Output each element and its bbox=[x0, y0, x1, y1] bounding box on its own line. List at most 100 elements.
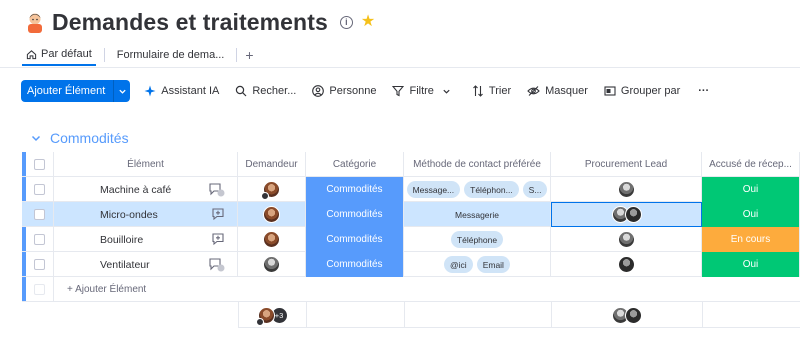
requester-cell[interactable] bbox=[238, 202, 306, 227]
add-item-input[interactable]: + Ajouter Élément bbox=[54, 277, 800, 302]
contact-cell[interactable]: Téléphone bbox=[404, 227, 551, 252]
more-actions-button[interactable]: ··· bbox=[698, 85, 709, 97]
table-row[interactable]: Machine à café Commodités Message... Tél… bbox=[22, 177, 800, 202]
requester-cell[interactable] bbox=[238, 252, 306, 277]
info-icon[interactable]: i bbox=[339, 15, 353, 29]
select-all-checkbox[interactable] bbox=[34, 159, 45, 170]
ack-status-cell[interactable]: Oui bbox=[702, 252, 800, 277]
contact-tag: S... bbox=[522, 181, 548, 198]
item-name[interactable]: Ventilateur bbox=[100, 259, 150, 271]
lead-cell[interactable] bbox=[551, 227, 702, 252]
updates-icon[interactable] bbox=[208, 257, 225, 275]
row-select-cell[interactable] bbox=[26, 177, 54, 202]
column-header-item[interactable]: Élément bbox=[54, 152, 238, 177]
chevron-down-icon[interactable] bbox=[31, 133, 41, 143]
table-row[interactable]: Ventilateur Commodités @ici Email Oui bbox=[22, 252, 800, 277]
avatar bbox=[263, 256, 280, 273]
person-label: Personne bbox=[329, 85, 377, 97]
item-name[interactable]: Machine à café bbox=[100, 184, 171, 196]
lead-cell[interactable] bbox=[551, 177, 702, 202]
add-item-button[interactable]: Ajouter Élément bbox=[21, 80, 131, 102]
requester-cell[interactable] bbox=[238, 177, 306, 202]
table-row[interactable]: Micro-ondes Commodités Messagerie Oui bbox=[22, 202, 800, 227]
row-select-cell[interactable] bbox=[26, 252, 54, 277]
row-select-cell[interactable] bbox=[26, 227, 54, 252]
row-checkbox[interactable] bbox=[34, 209, 45, 220]
contact-tag: Téléphon... bbox=[464, 181, 519, 198]
avatar bbox=[617, 256, 635, 273]
board-emoji-icon bbox=[22, 9, 48, 35]
column-header-contact[interactable]: Méthode de contact préférée bbox=[404, 152, 551, 177]
ai-assistant-button[interactable]: Assistant IA bbox=[144, 85, 219, 97]
group-title[interactable]: Commodités bbox=[50, 130, 129, 146]
category-cell[interactable]: Commodités bbox=[306, 177, 404, 202]
board-toolbar: Ajouter Élément Assistant IA Recher... P… bbox=[21, 80, 709, 102]
ai-assistant-label: Assistant IA bbox=[161, 85, 220, 97]
item-name-cell[interactable]: Micro-ondes bbox=[54, 202, 238, 227]
filter-icon bbox=[392, 85, 405, 97]
contact-tag: @ici bbox=[444, 256, 473, 273]
row-checkbox[interactable] bbox=[34, 234, 45, 245]
column-header-requester[interactable]: Demandeur bbox=[238, 152, 306, 177]
row-checkbox[interactable] bbox=[34, 259, 45, 270]
contact-summary-cell bbox=[405, 302, 552, 328]
chevron-down-icon[interactable] bbox=[442, 87, 451, 96]
row-checkbox[interactable] bbox=[34, 184, 45, 195]
add-update-icon[interactable] bbox=[211, 232, 225, 249]
select-all-cell[interactable] bbox=[26, 152, 54, 177]
requester-cell[interactable] bbox=[238, 227, 306, 252]
item-name[interactable]: Micro-ondes bbox=[100, 209, 158, 221]
contact-cell[interactable]: Message... Téléphon... S... bbox=[404, 177, 551, 202]
tab-default-label: Par défaut bbox=[41, 48, 92, 60]
sparkle-icon bbox=[144, 85, 156, 97]
lead-cell[interactable] bbox=[551, 202, 702, 227]
contact-cell[interactable]: @ici Email bbox=[404, 252, 551, 277]
group-header[interactable]: Commodités bbox=[31, 130, 129, 146]
lead-cell[interactable] bbox=[551, 252, 702, 277]
add-view-button[interactable]: + bbox=[245, 47, 253, 63]
requester-summary-cell[interactable]: +3 bbox=[239, 302, 307, 328]
column-header-category[interactable]: Catégorie bbox=[306, 152, 404, 177]
page-title: Demandes et traitements bbox=[52, 8, 328, 35]
item-name[interactable]: Bouilloire bbox=[100, 234, 143, 246]
search-button[interactable]: Recher... bbox=[235, 85, 296, 97]
star-icon[interactable]: ★ bbox=[361, 14, 375, 30]
item-name-cell[interactable]: Bouilloire bbox=[54, 227, 238, 252]
ack-status-cell[interactable]: Oui bbox=[702, 202, 800, 227]
ack-status-cell[interactable]: Oui bbox=[702, 177, 800, 202]
avatar bbox=[624, 206, 642, 223]
category-cell[interactable]: Commodités bbox=[306, 252, 404, 277]
table-row[interactable]: Bouilloire Commodités Téléphone En cours bbox=[22, 227, 800, 252]
tab-form[interactable]: Formulaire de dema... bbox=[113, 44, 229, 66]
column-header-lead[interactable]: Procurement Lead bbox=[551, 152, 702, 177]
column-header-ack[interactable]: Accusé de récep... bbox=[702, 152, 800, 177]
add-item-row[interactable]: + Ajouter Élément bbox=[22, 277, 800, 302]
row-checkbox bbox=[34, 284, 45, 295]
avatar bbox=[263, 206, 280, 223]
ack-status-cell[interactable]: En cours bbox=[702, 227, 800, 252]
contact-cell[interactable]: Messagerie bbox=[404, 202, 551, 227]
avatar bbox=[261, 181, 280, 200]
avatar bbox=[617, 181, 635, 198]
add-row-select-cell bbox=[26, 277, 54, 302]
category-cell[interactable]: Commodités bbox=[306, 227, 404, 252]
avatar bbox=[263, 231, 280, 248]
tab-default[interactable]: Par défaut bbox=[22, 44, 96, 66]
updates-icon[interactable] bbox=[208, 182, 225, 200]
chevron-down-icon[interactable] bbox=[114, 80, 130, 102]
ack-summary-cell bbox=[703, 302, 800, 328]
item-name-cell[interactable]: Ventilateur bbox=[54, 252, 238, 277]
eye-off-icon bbox=[527, 86, 540, 96]
row-select-cell[interactable] bbox=[26, 202, 54, 227]
category-cell[interactable]: Commodités bbox=[306, 202, 404, 227]
lead-summary-cell[interactable] bbox=[552, 302, 703, 328]
add-update-icon[interactable] bbox=[211, 207, 225, 224]
avatar bbox=[625, 306, 642, 324]
group-by-button[interactable]: Grouper par bbox=[604, 85, 680, 97]
hide-button[interactable]: Masquer bbox=[527, 85, 588, 97]
person-filter-button[interactable]: Personne bbox=[312, 85, 376, 97]
add-item-label: Ajouter Élément bbox=[21, 80, 115, 102]
sort-button[interactable]: Trier bbox=[472, 85, 511, 97]
filter-button[interactable]: Filtre bbox=[392, 85, 455, 97]
item-name-cell[interactable]: Machine à café bbox=[54, 177, 238, 202]
